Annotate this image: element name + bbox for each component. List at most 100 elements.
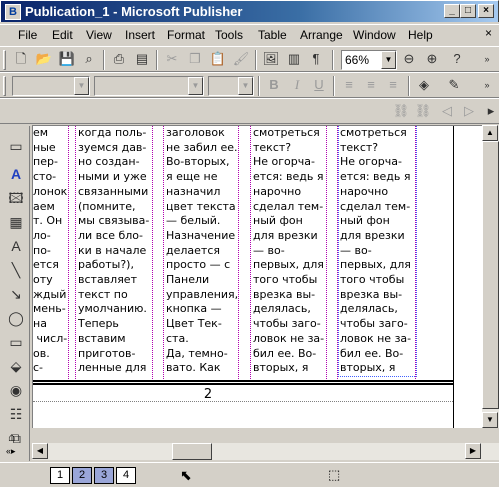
status-bar: 1 2 3 4 ⬉ ⬚ <box>0 462 499 487</box>
toolbar-options-icon[interactable]: » <box>478 50 496 68</box>
cursor-position-icon: ⬉ <box>180 467 192 483</box>
zoom-out-icon[interactable]: ⊖ <box>400 50 418 68</box>
vertical-scroll-thumb[interactable] <box>482 141 499 409</box>
scroll-up-icon[interactable]: ▲ <box>482 125 498 141</box>
pasteboard <box>453 126 482 428</box>
print-preview-icon[interactable]: ▤ <box>133 50 151 68</box>
maximize-button[interactable]: □ <box>460 4 476 18</box>
column-guide <box>68 126 69 381</box>
format-painter-icon[interactable]: 🖌 <box>232 50 250 68</box>
toolbar-grip[interactable] <box>3 50 6 70</box>
line-tool-icon[interactable]: ╲ <box>6 260 26 280</box>
rectangle-tool-icon[interactable]: ▭ <box>6 332 26 352</box>
menu-table[interactable]: Table <box>258 28 287 42</box>
scroll-right-icon[interactable]: ▶ <box>465 443 481 459</box>
insert-picture-icon[interactable]: 🖼 <box>262 50 280 68</box>
menu-edit[interactable]: Edit <box>52 28 73 42</box>
save-icon[interactable]: 💾 <box>58 50 76 68</box>
design-gallery-icon[interactable]: ⌂ <box>8 430 15 444</box>
chevron-down-icon[interactable]: ▼ <box>188 77 203 95</box>
toolbar-separator <box>332 50 334 70</box>
align-right-icon[interactable]: ≡ <box>384 76 402 94</box>
page-tab-2[interactable]: 2 <box>72 467 92 484</box>
chevron-down-icon[interactable]: ▼ <box>238 77 253 95</box>
open-folder-icon[interactable]: 📂 <box>35 50 53 68</box>
text-column-2[interactable]: когда поль- зуемся дав- но создан- ными … <box>78 126 152 381</box>
search-file-icon[interactable]: ⌕ <box>80 50 98 68</box>
page-tab-4[interactable]: 4 <box>116 467 136 484</box>
menu-insert[interactable]: Insert <box>125 28 155 42</box>
underline-button[interactable]: U <box>310 76 328 94</box>
arrow-tool-icon[interactable]: ↘ <box>6 284 26 304</box>
text-box-icon[interactable]: A <box>6 164 26 184</box>
scroll-left-icon[interactable]: ◀ <box>32 443 48 459</box>
paste-icon[interactable]: 📋 <box>209 50 227 68</box>
more-tools-icon[interactable]: «▸ <box>6 446 16 457</box>
new-document-icon[interactable]: 🗋 <box>12 50 30 68</box>
help-icon[interactable]: ? <box>448 50 466 68</box>
horizontal-scroll-thumb[interactable] <box>172 443 212 460</box>
toolbar-separator <box>255 50 257 70</box>
toolbar-separator <box>103 50 105 70</box>
form-control-icon[interactable]: ☷ <box>6 404 26 424</box>
text-column-4[interactable]: смотреться текст? Не огорча- ется: ведь … <box>253 126 326 381</box>
page-tab-3[interactable]: 3 <box>94 467 114 484</box>
autoshapes-icon[interactable]: ⬙ <box>6 356 26 376</box>
objects-toolbar: ▭ A 🖾 ▦ A ╲ ↘ ◯ ▭ ⬙ ◉ ☷ ⧉ <box>0 126 30 461</box>
publisher-app-icon[interactable]: B <box>5 4 21 20</box>
zoom-in-icon[interactable]: ⊕ <box>423 50 441 68</box>
previous-frame-icon[interactable]: ◁ <box>438 102 456 120</box>
italic-button[interactable]: I <box>288 76 306 94</box>
selected-text-frame[interactable] <box>338 126 417 377</box>
text-column-1[interactable]: ем ные пер- сто- лонок аем т. Он ло- по-… <box>33 126 67 381</box>
oval-tool-icon[interactable]: ◯ <box>6 308 26 328</box>
table-frame-icon[interactable]: ▦ <box>6 212 26 232</box>
zoom-select[interactable]: 66% ▼ <box>341 50 397 70</box>
menu-help[interactable]: Help <box>408 28 433 42</box>
chevron-down-icon[interactable]: ▼ <box>381 51 396 69</box>
close-button[interactable]: × <box>478 4 494 18</box>
publication-workspace[interactable]: ем ные пер- сто- лонок аем т. Он ло- по-… <box>32 125 482 428</box>
next-frame-icon[interactable]: ▷ <box>460 102 478 120</box>
align-center-icon[interactable]: ≡ <box>362 76 380 94</box>
align-left-icon[interactable]: ≡ <box>340 76 358 94</box>
toolbar-options-icon[interactable]: » <box>478 76 496 94</box>
bold-button[interactable]: B <box>265 76 283 94</box>
vertical-scrollbar[interactable]: ▲ ▼ <box>482 125 499 428</box>
style-select[interactable]: ▼ <box>12 76 90 96</box>
cut-icon[interactable]: ✂ <box>163 50 181 68</box>
create-text-link-icon[interactable]: ⛓ <box>392 102 410 120</box>
picture-frame-icon[interactable]: 🖾 <box>6 188 26 208</box>
font-size-select[interactable]: ▼ <box>208 76 254 96</box>
print-icon[interactable]: ⎙ <box>110 50 128 68</box>
menu-view[interactable]: View <box>86 28 112 42</box>
select-objects-icon[interactable]: ▭ <box>6 136 26 156</box>
minimize-button[interactable]: _ <box>444 4 460 18</box>
menu-tools[interactable]: Tools <box>215 28 243 42</box>
menu-close-icon[interactable]: × <box>485 26 492 40</box>
fill-color-icon[interactable]: ◈ <box>415 76 433 94</box>
paragraph-marks-icon[interactable]: ¶ <box>307 50 325 68</box>
zoom-value: 66% <box>345 53 370 67</box>
columns-icon[interactable]: ▥ <box>285 50 303 68</box>
toolbar-grip[interactable] <box>3 76 6 96</box>
menu-file[interactable]: File <box>18 28 37 42</box>
toolbar-separator <box>258 76 260 96</box>
column-guide <box>326 126 327 381</box>
break-link-icon[interactable]: ⛓ <box>414 102 432 120</box>
scroll-down-icon[interactable]: ▼ <box>482 412 498 428</box>
hot-spot-icon[interactable]: ◉ <box>6 380 26 400</box>
text-column-3[interactable]: заголовок не забил ее. Во-вторых, я еще … <box>166 126 238 381</box>
page-tab-1[interactable]: 1 <box>50 467 70 484</box>
toolbar-resize-icon[interactable]: ▸ <box>482 102 499 120</box>
menu-arrange[interactable]: Arrange <box>300 28 343 42</box>
copy-icon[interactable]: ❐ <box>186 50 204 68</box>
chevron-down-icon[interactable]: ▼ <box>74 77 89 95</box>
menu-window[interactable]: Window <box>353 28 396 42</box>
wordart-icon[interactable]: A <box>6 236 26 256</box>
line-color-icon[interactable]: ✎ <box>445 76 463 94</box>
publication-page[interactable]: ем ные пер- сто- лонок аем т. Он ло- по-… <box>33 126 453 402</box>
font-select[interactable]: ▼ <box>94 76 204 96</box>
menu-format[interactable]: Format <box>167 28 205 42</box>
horizontal-scrollbar[interactable]: ◀ ▶ <box>32 443 499 460</box>
